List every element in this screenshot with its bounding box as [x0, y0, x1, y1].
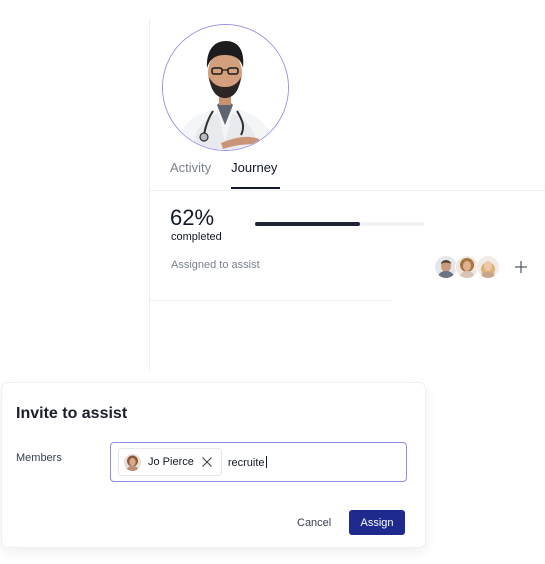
assignee-list: [434, 255, 530, 279]
progress-label: completed: [171, 231, 222, 243]
modal-title: Invite to assist: [16, 405, 128, 422]
profile-avatar[interactable]: [162, 24, 289, 151]
column-divider: [149, 18, 150, 370]
invite-modal: Invite to assist Members Jo Pierce recru…: [2, 383, 425, 547]
section-divider: [150, 300, 392, 301]
chip-remove-button[interactable]: [201, 456, 213, 468]
progress-bar: [255, 222, 425, 226]
member-avatar: [124, 453, 141, 471]
member-chip-name: Jo Pierce: [148, 456, 194, 468]
typed-value: recruite: [227, 456, 265, 469]
cancel-button[interactable]: Cancel: [289, 511, 339, 535]
profile-page: Activity Journey 62% completed Assigned …: [0, 0, 545, 564]
assign-button[interactable]: Assign: [349, 510, 405, 535]
plus-icon: [515, 261, 527, 273]
profile-tabs: Activity Journey: [170, 160, 281, 190]
tab-activity[interactable]: Activity: [170, 160, 211, 190]
tab-journey[interactable]: Journey: [231, 160, 281, 190]
members-label: Members: [16, 452, 62, 464]
doctor-portrait-icon: [163, 25, 288, 150]
members-typed-text[interactable]: recruite: [227, 455, 267, 469]
progress-bar-fill: [255, 222, 361, 226]
progress-percentage: 62%: [170, 205, 215, 230]
close-icon: [201, 457, 212, 467]
member-chip: Jo Pierce: [118, 448, 222, 476]
add-assignee-button[interactable]: [512, 258, 530, 276]
text-caret: [265, 455, 267, 468]
members-input[interactable]: Jo Pierce recruite: [110, 442, 407, 482]
assigned-label: Assigned to assist: [171, 259, 260, 271]
assignee-avatar-woman-blonde[interactable]: [476, 255, 500, 279]
tabs-divider: [150, 190, 545, 191]
